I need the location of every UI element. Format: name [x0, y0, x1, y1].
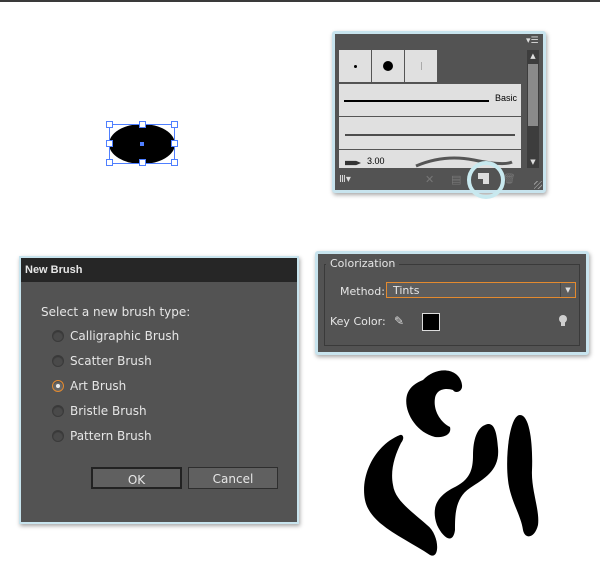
- lightbulb-tip-icon[interactable]: [558, 314, 568, 328]
- handle-top[interactable]: [139, 121, 146, 128]
- radio-button[interactable]: [52, 330, 64, 342]
- radio-label: Art Brush: [70, 379, 127, 393]
- pencil-icon: [345, 160, 361, 166]
- key-color-swatch[interactable]: [422, 313, 440, 331]
- handle-bottom-left[interactable]: [106, 159, 113, 166]
- scroll-up-icon[interactable]: ▲: [527, 50, 539, 62]
- scroll-down-icon[interactable]: ▼: [527, 156, 539, 168]
- dialog-title: New Brush: [21, 258, 297, 282]
- radio-calligraphic-brush[interactable]: Calligraphic Brush: [52, 327, 179, 345]
- brush-list-scrollbar[interactable]: ▲ ▼: [527, 50, 539, 168]
- ok-button[interactable]: OK: [91, 467, 182, 489]
- art-shape-right-stroke: [507, 415, 539, 537]
- brush-libraries-icon[interactable]: Ⅲ▾: [339, 173, 351, 187]
- method-label: Method:: [340, 285, 385, 298]
- radio-scatter-brush[interactable]: Scatter Brush: [52, 352, 152, 370]
- selected-ellipse[interactable]: [106, 121, 178, 166]
- brushes-panel-footer: Ⅲ▾ ✕ ▤ 🗑: [335, 170, 543, 190]
- radio-label: Pattern Brush: [70, 429, 152, 443]
- art-shape-middle-wave: [434, 424, 499, 539]
- radio-label: Scatter Brush: [70, 354, 152, 368]
- art-shape-hook: [406, 370, 463, 438]
- panel-menu-icon[interactable]: ▾☰: [526, 36, 540, 46]
- radio-art-brush[interactable]: Art Brush: [52, 377, 126, 395]
- radio-bristle-brush[interactable]: Bristle Brush: [52, 402, 147, 420]
- radio-label: Bristle Brush: [70, 404, 147, 418]
- brush-swatch-small-dot[interactable]: [339, 50, 372, 82]
- handle-top-left[interactable]: [106, 121, 113, 128]
- art-brush-artwork[interactable]: [355, 360, 555, 560]
- radio-button[interactable]: [52, 405, 64, 417]
- scroll-thumb[interactable]: [528, 64, 538, 126]
- brush-options-icon[interactable]: ▤: [451, 173, 461, 187]
- method-select[interactable]: Tints ▼: [386, 282, 576, 298]
- brush-row-charcoal[interactable]: [339, 116, 521, 150]
- method-value: Tints: [393, 284, 420, 297]
- brush-size-label: 3.00: [367, 156, 385, 166]
- radio-button[interactable]: [52, 355, 64, 367]
- handle-right[interactable]: [171, 140, 178, 147]
- remove-stroke-icon[interactable]: ✕: [425, 173, 434, 187]
- radio-button-checked[interactable]: [52, 380, 64, 392]
- new-brush-highlight-ring: [467, 161, 505, 199]
- colorization-panel: Colorization Method: Tints ▼ Key Color: …: [315, 251, 589, 355]
- colorization-group: [324, 264, 580, 346]
- resize-grip-icon[interactable]: [534, 181, 542, 189]
- handle-bottom[interactable]: [139, 159, 146, 166]
- cancel-button[interactable]: Cancel: [188, 467, 278, 489]
- basic-stroke-preview: [344, 100, 489, 102]
- brush-swatch-large-dot[interactable]: [372, 50, 405, 82]
- radio-button[interactable]: [52, 430, 64, 442]
- eyedropper-icon[interactable]: ✎: [394, 314, 408, 328]
- radio-label: Calligraphic Brush: [70, 329, 180, 343]
- art-shape-left-curve: [364, 434, 438, 556]
- top-border: [0, 0, 600, 2]
- center-point: [140, 142, 144, 146]
- basic-label: Basic: [494, 93, 517, 103]
- chevron-down-icon[interactable]: ▼: [560, 283, 575, 297]
- brush-swatch-row: [339, 50, 521, 83]
- charcoal-stroke-preview: [345, 134, 515, 136]
- handle-left[interactable]: [106, 140, 113, 147]
- colorization-legend: Colorization: [326, 257, 400, 270]
- dialog-prompt: Select a new brush type:: [41, 305, 191, 319]
- new-brush-dialog: New Brush Select a new brush type: Calli…: [19, 256, 299, 524]
- radio-pattern-brush[interactable]: Pattern Brush: [52, 427, 152, 445]
- key-color-label: Key Color:: [330, 315, 386, 328]
- brush-row-basic[interactable]: Basic: [339, 83, 521, 117]
- brushes-panel: ▾☰ Basic 3.00 ▲ ▼ Ⅲ▾ ✕ ▤ 🗑: [332, 31, 546, 193]
- handle-bottom-right[interactable]: [171, 159, 178, 166]
- brush-list: Basic 3.00: [339, 50, 521, 168]
- brush-swatch-thin[interactable]: [405, 50, 438, 82]
- handle-top-right[interactable]: [171, 121, 178, 128]
